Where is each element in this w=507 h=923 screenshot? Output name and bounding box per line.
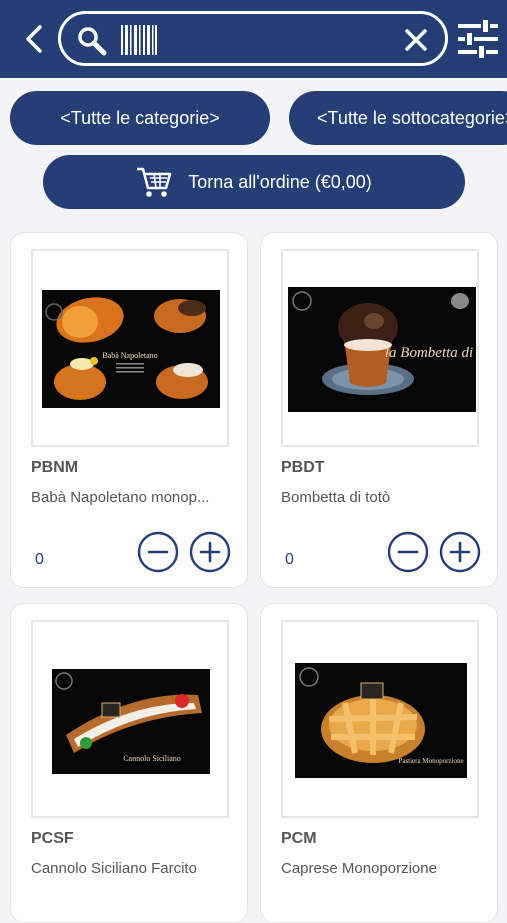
product-card[interactable]: Cannolo Siciliano PCSF Cannolo Siciliano… [10,603,248,923]
photo-caption: Pastiera Monoporzione [398,757,463,765]
product-photo: Pastiera Monoporzione [295,663,467,778]
product-name: Cannolo Siciliano Farcito [31,860,197,877]
all-subcategories-button[interactable]: <Tutte le sottocategorie> [289,91,507,145]
back-to-order-button[interactable]: Torna all'ordine (€0,00) [43,155,465,209]
photo-caption: la Bombetta di Totò [385,345,476,361]
all-categories-label: <Tutte le categorie> [60,107,220,128]
barcode-icon[interactable] [121,25,157,55]
product-code: PBNM [31,459,79,476]
product-photo: Cannolo Siciliano [52,669,210,774]
all-subcategories-label: <Tutte le sottocategorie> [317,107,507,128]
product-image: Pastiera Monoporzione [281,620,479,818]
search-bar[interactable] [58,11,448,66]
photo-caption: Babà Napoletano [102,351,157,360]
product-image: la Bombetta di Totò [281,249,479,447]
back-arrow-icon[interactable] [18,22,52,56]
close-icon[interactable] [403,27,429,53]
photo-caption: Cannolo Siciliano [123,754,181,763]
cart-icon [137,167,172,197]
all-categories-button[interactable]: <Tutte le categorie> [10,91,270,145]
product-card[interactable]: la Bombetta di Totò PBDT Bombetta di tot… [260,232,498,588]
product-card[interactable]: Babà Napoletano PBNM Babà Napoletano mon… [10,232,248,588]
back-to-order-label: Torna all'ordine (€0,00) [188,171,372,192]
search-input[interactable] [165,22,399,58]
product-photo: la Bombetta di Totò [288,287,476,412]
product-image: Cannolo Siciliano [31,620,229,818]
product-code: PCSF [31,830,74,847]
search-icon[interactable] [77,26,107,56]
app-header [0,0,507,78]
product-quantity: 0 [285,551,294,568]
product-code: PCM [281,830,317,847]
plus-icon[interactable] [189,531,231,573]
product-quantity: 0 [35,551,44,568]
plus-icon[interactable] [439,531,481,573]
filter-sliders-icon[interactable] [456,18,500,60]
product-name: Caprese Monoporzione [281,860,437,877]
product-image: Babà Napoletano [31,249,229,447]
product-photo: Babà Napoletano [42,290,220,408]
product-name: Bombetta di totò [281,489,391,506]
minus-icon[interactable] [387,531,429,573]
product-card[interactable]: Pastiera Monoporzione PCM Caprese Monopo… [260,603,498,923]
product-name: Babà Napoletano monop... [31,489,210,506]
product-code: PBDT [281,459,325,476]
minus-icon[interactable] [137,531,179,573]
